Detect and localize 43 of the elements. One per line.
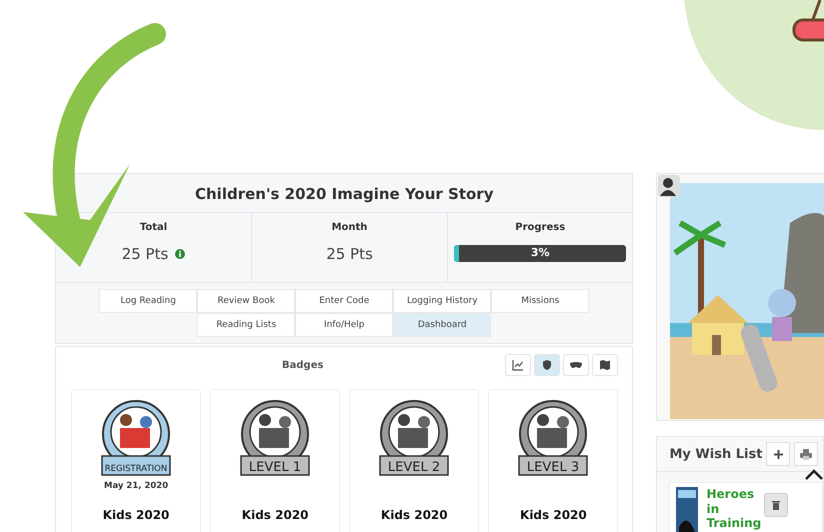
- badge-card[interactable]: LEVEL 1 Kids 2020: [210, 389, 340, 532]
- badge-card[interactable]: LEVEL 2 Kids 2020: [349, 389, 480, 532]
- mask-icon: [569, 361, 584, 369]
- nav-tab[interactable]: Dashboard: [393, 313, 492, 337]
- delete-button[interactable]: [764, 493, 788, 517]
- book-cover-thumbnail: [676, 487, 698, 532]
- stat-label: Progress: [515, 222, 566, 233]
- info-icon[interactable]: [175, 249, 186, 259]
- wish-list-heading: My Wish List: [669, 446, 762, 462]
- printer-icon: [800, 448, 812, 460]
- trash-icon: [772, 500, 780, 510]
- line-chart-icon: [512, 359, 524, 371]
- avatar-icon[interactable]: [658, 175, 680, 197]
- badge-name: Kids 2020: [380, 508, 448, 522]
- view-button[interactable]: [563, 354, 590, 376]
- nav-tab[interactable]: Missions: [491, 289, 590, 313]
- nav-tab[interactable]: Logging History: [393, 289, 492, 313]
- plus-icon: [774, 450, 783, 458]
- badge-name: Kids 2020: [102, 508, 170, 522]
- progress-reading: 3%: [530, 246, 551, 259]
- stat-label: Total: [140, 222, 168, 233]
- nav-tab[interactable]: Review Book: [197, 289, 296, 313]
- stat-label: Month: [332, 222, 368, 233]
- add-button[interactable]: [766, 442, 790, 466]
- view-button[interactable]: [534, 354, 560, 376]
- nav-tab[interactable]: Info/Help: [295, 313, 394, 337]
- print-button[interactable]: [794, 442, 818, 466]
- points-value: 25 Pts: [122, 245, 168, 263]
- badges-heading: Badges: [281, 360, 324, 370]
- caret-up-icon[interactable]: [804, 469, 824, 481]
- map-icon: [599, 359, 612, 371]
- shield-icon: [542, 359, 552, 371]
- badge-date: May 21, 2020: [104, 481, 168, 491]
- nav-tab[interactable]: Reading Lists: [197, 313, 296, 337]
- badge-name: Kids 2020: [520, 508, 587, 522]
- view-button[interactable]: [592, 354, 618, 376]
- nav-tab[interactable]: Enter Code: [295, 289, 394, 313]
- badge-card[interactable]: REGISTRATION May 21, 2020 Kids 2020: [71, 389, 202, 532]
- nav-tab[interactable]: Log Reading: [99, 289, 198, 313]
- view-button[interactable]: [505, 354, 532, 376]
- points-value: 25 Pts: [326, 245, 373, 263]
- badge-name: Kids 2020: [242, 508, 309, 522]
- badge-card[interactable]: LEVEL 3 Kids 2020: [488, 389, 618, 532]
